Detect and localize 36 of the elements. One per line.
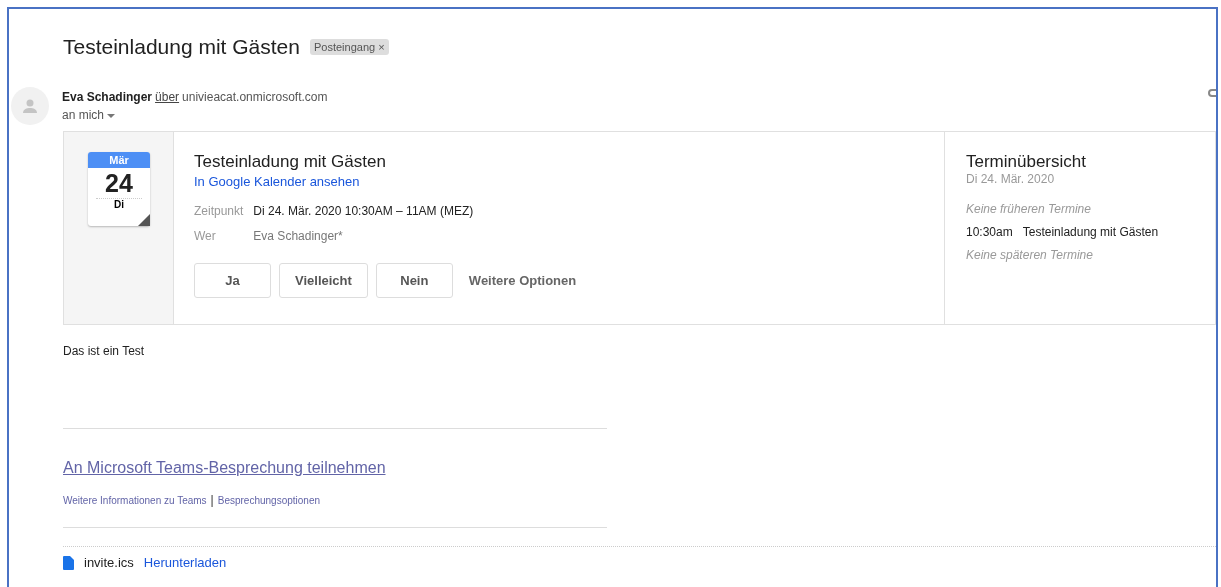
calendar-day: 24 [88,168,150,198]
agenda-date: Di 24. Mär. 2020 [966,172,1056,186]
agenda-note: Keine früheren Termine [966,202,1092,216]
via-link[interactable]: über [155,90,180,104]
download-link[interactable]: Herunterladen [143,555,227,570]
attachment-name: invite.ics [84,555,134,570]
event-title: Testeinladung mit Gästen [194,152,387,172]
meeting-options-link[interactable]: Besprechungsoptionen [217,494,321,506]
dropdown-icon[interactable] [107,114,116,119]
calendar-month: Mär [88,152,150,168]
agenda-title: Terminübersicht [966,152,1087,172]
file-icon [63,555,74,570]
sender-domain: univieacat.onmicrosoft.com [182,90,328,104]
rsvp-button[interactable]: Vielleicht [279,263,368,298]
calendar-weekday: Di [96,198,142,210]
teams-info-link[interactable]: Weitere Informationen zu Teams [63,494,207,506]
detail-value: Di 24. Mär. 2020 10:30AM – 11AM (MEZ) [253,204,474,218]
calendar-link[interactable]: In Google Kalender ansehen [194,174,360,189]
rsvp-button[interactable]: Ja [194,263,271,298]
more-options-button[interactable]: Weitere Optionen [460,273,585,288]
rsvp-button[interactable]: Nein [375,263,453,298]
link-separator: | [210,493,214,507]
teams-join-link[interactable]: An Microsoft Teams-Besprechung teilnehmen [63,459,386,476]
agenda-event: Testeinladung mit Gästen [1022,225,1159,239]
message-text: Das ist ein Test [63,344,146,358]
email-subject: Testeinladung mit Gästen [63,35,300,59]
agenda-note: Keine späteren Termine [966,248,1094,262]
recipient-label: an mich [62,108,105,122]
detail-label: Zeitpunkt [194,204,244,218]
page-curl-icon [138,214,150,226]
detail-value: Eva Schadinger* [253,229,344,243]
agenda-time: 10:30am [966,225,1013,239]
person-icon [22,98,38,114]
sender-name: Eva Schadinger [62,90,153,104]
label-chip[interactable]: Posteingang × [309,39,389,55]
detail-label: Wer [194,229,217,243]
